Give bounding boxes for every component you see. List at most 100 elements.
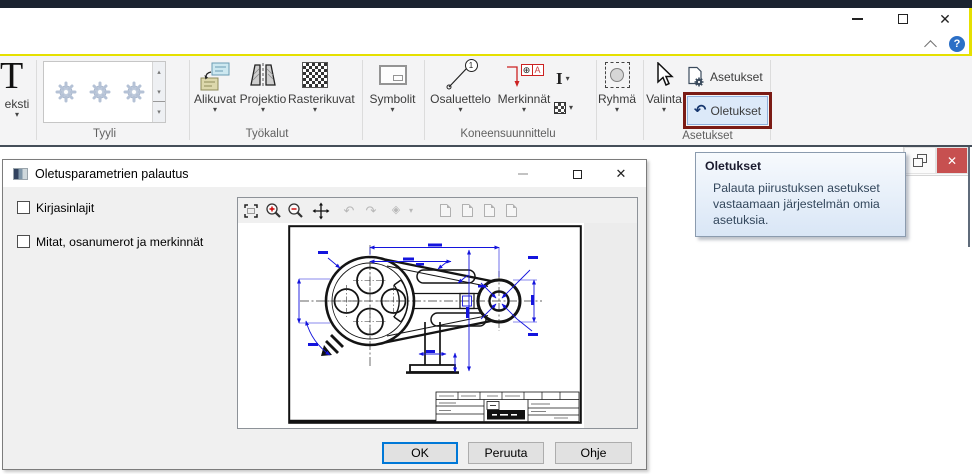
ohje-button[interactable]: Ohje xyxy=(555,442,632,464)
ohje-label: Ohje xyxy=(581,446,607,460)
snap-button[interactable]: ◈ xyxy=(388,200,404,221)
dialog-close-button[interactable]: ✕ xyxy=(607,164,635,184)
checkbox-mitat-label: Mitat, osanumerot ja merkinnät xyxy=(36,235,203,249)
subpictures-icon xyxy=(191,58,239,92)
parts-list-icon: 1 xyxy=(428,58,493,92)
checkbox-mitat[interactable] xyxy=(17,235,30,248)
asetukset-button[interactable]: Asetukset xyxy=(686,66,763,88)
cursor-arrow-icon xyxy=(642,58,686,92)
merkinnat-label: Merkinnät xyxy=(494,92,554,106)
balloon-number: 1 xyxy=(465,59,478,72)
zoom-in-button[interactable] xyxy=(262,200,284,221)
chevron-down-icon: ▾ xyxy=(569,104,573,112)
osaluettelo-button[interactable]: 1 Osaluettelo ▾ xyxy=(428,58,493,114)
panel-edge xyxy=(968,147,970,247)
dialog-titlebar[interactable]: Oletusparametrien palautus ✕ xyxy=(3,160,646,187)
steel-profile-button[interactable]: I ▾ xyxy=(556,70,570,87)
settings-page-icon xyxy=(686,66,705,88)
style-gallery[interactable]: ▴ ▾ ▾ xyxy=(43,61,166,123)
ryhma-button[interactable]: Ryhmä ▾ xyxy=(598,58,636,114)
chevron-down-icon: ▾ xyxy=(598,106,636,114)
mdi-restore-button[interactable] xyxy=(904,147,936,174)
dialog-minimize-button[interactable] xyxy=(509,164,537,184)
hatch-icon xyxy=(554,102,566,114)
gallery-expand-icon[interactable]: ▾ xyxy=(153,101,165,122)
projection-icon xyxy=(239,58,287,92)
fit-view-icon xyxy=(243,203,259,219)
raster-image-icon xyxy=(288,58,342,92)
group-selection-icon xyxy=(598,58,636,92)
chevron-down-icon: ▾ xyxy=(409,207,413,215)
undo-view-button[interactable]: ↶ xyxy=(338,200,360,221)
chevron-down-icon: ▾ xyxy=(428,106,493,114)
oletukset-highlight-box: ↶ Oletukset xyxy=(683,92,772,129)
page-button-1[interactable] xyxy=(434,200,456,221)
ribbon-collapse-icon[interactable] xyxy=(924,40,937,53)
rasterikuvat-label: Rasterikuvat xyxy=(288,92,342,106)
peruuta-label: Peruuta xyxy=(484,446,527,460)
text-icon: T xyxy=(0,57,34,95)
ok-button[interactable]: OK xyxy=(382,442,458,464)
help-icon: ? xyxy=(954,38,961,50)
checkbox-kirjasinlajit[interactable] xyxy=(17,201,30,214)
asetukset-label: Asetukset xyxy=(710,70,763,84)
page-icon xyxy=(462,204,473,217)
zoom-out-icon xyxy=(287,202,304,219)
desk-background xyxy=(584,223,637,428)
redo-view-button[interactable]: ↷ xyxy=(360,200,382,221)
hatch-button[interactable]: ▾ xyxy=(554,102,573,114)
valinta-label: Valinta xyxy=(642,92,686,106)
preview-drawing xyxy=(288,225,582,424)
oletukset-button[interactable]: ↶ Oletukset xyxy=(687,96,768,125)
undo-icon: ↶ xyxy=(344,204,355,217)
gallery-scrollbar[interactable]: ▴ ▾ ▾ xyxy=(152,62,165,122)
group-separator xyxy=(36,60,37,140)
symbolit-button[interactable]: Symbolit ▾ xyxy=(368,58,417,114)
snap-dropdown[interactable]: ▾ xyxy=(404,200,418,221)
maximize-button[interactable] xyxy=(890,7,916,31)
fit-view-button[interactable] xyxy=(240,200,262,221)
teksti-button[interactable]: T eksti ▾ xyxy=(0,57,34,119)
merkinnat-button[interactable]: ⊕ A Merkinnät ▾ xyxy=(494,58,554,114)
help-button[interactable]: ? xyxy=(949,36,965,52)
close-icon: ✕ xyxy=(939,12,951,26)
alikuvat-label: Alikuvat xyxy=(191,92,239,106)
page-icon xyxy=(506,204,517,217)
alikuvat-button[interactable]: Alikuvat ▾ xyxy=(191,58,239,114)
mdi-controls: ✕ xyxy=(903,147,969,176)
gallery-up-icon[interactable]: ▴ xyxy=(153,62,165,82)
chevron-down-icon: ▾ xyxy=(566,75,570,83)
valinta-button[interactable]: Valinta ▾ xyxy=(642,58,686,114)
page-icon xyxy=(440,204,451,217)
mdi-close-button[interactable]: ✕ xyxy=(936,147,968,174)
dialog-maximize-button[interactable] xyxy=(563,164,591,184)
dialog-icon xyxy=(13,168,28,180)
projektio-button[interactable]: Projektio ▾ xyxy=(239,58,287,114)
chevron-down-icon: ▾ xyxy=(368,106,417,114)
maximize-icon xyxy=(573,170,582,179)
style-gallery-items[interactable] xyxy=(44,62,152,122)
preview-panel: ↶ ↷ ◈ ▾ xyxy=(237,197,638,429)
tooltip-oletukset: Oletukset Palauta piirustuksen asetukset… xyxy=(695,152,906,237)
page-button-2[interactable] xyxy=(456,200,478,221)
minimize-button[interactable] xyxy=(844,7,870,31)
group-separator xyxy=(424,60,425,140)
checkbox-kirjasinlajit-label: Kirjasinlajit xyxy=(36,201,94,215)
page-icon xyxy=(484,204,495,217)
pan-button[interactable] xyxy=(310,200,332,221)
group-label-asetukset: Asetukset xyxy=(655,130,760,142)
group-separator xyxy=(596,60,597,140)
symbols-icon xyxy=(368,58,417,92)
dialog-title: Oletusparametrien palautus xyxy=(35,167,189,181)
peruuta-button[interactable]: Peruuta xyxy=(468,442,544,464)
close-button[interactable]: ✕ xyxy=(932,7,958,31)
page-button-4[interactable] xyxy=(500,200,522,221)
page-button-3[interactable] xyxy=(478,200,500,221)
gallery-down-icon[interactable]: ▾ xyxy=(153,82,165,102)
maximize-icon xyxy=(898,14,908,24)
zoom-out-button[interactable] xyxy=(284,200,306,221)
tooltip-body: Palauta piirustuksen asetukset vastaamaa… xyxy=(713,180,895,229)
rasterikuvat-button[interactable]: Rasterikuvat ▾ xyxy=(288,58,342,114)
chevron-down-icon: ▾ xyxy=(494,106,554,114)
dialog-oletusparametrien-palautus: Oletusparametrien palautus ✕ Kirjasinlaj… xyxy=(2,159,647,470)
